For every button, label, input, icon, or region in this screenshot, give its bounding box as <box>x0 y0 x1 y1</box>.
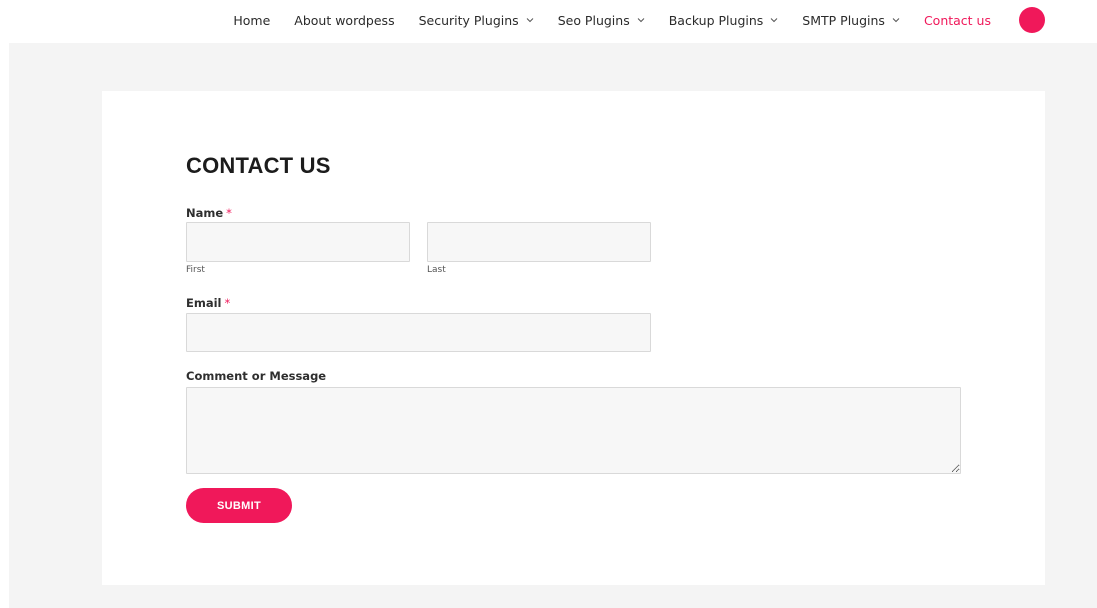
email-input[interactable] <box>186 313 651 352</box>
nav-item-label: About wordpess <box>294 12 395 28</box>
last-sublabel: Last <box>427 265 446 275</box>
nav-item-label: SMTP Plugins <box>802 12 885 28</box>
message-textarea[interactable] <box>186 387 961 474</box>
nav-item-label: Backup Plugins <box>668 12 764 28</box>
chevron-down-icon <box>892 18 900 23</box>
email-label: Email * <box>186 296 230 310</box>
required-marker: * <box>224 296 231 310</box>
submit-button[interactable]: SUBMIT <box>186 488 292 523</box>
name-label-text: Name <box>186 206 224 220</box>
message-label: Comment or Message <box>186 369 327 383</box>
email-label-text: Email <box>186 296 222 310</box>
main-nav: Home About wordpess Security Plugins Seo… <box>233 0 1045 40</box>
nav-item-seo-plugins[interactable]: Seo Plugins <box>558 13 645 28</box>
nav-item-label: Contact us <box>923 12 991 28</box>
nav-item-label: Home <box>233 12 271 28</box>
nav-item-smtp-plugins[interactable]: SMTP Plugins <box>802 13 900 28</box>
name-label: Name * <box>186 206 232 220</box>
nav-item-about-wordpess[interactable]: About wordpess <box>294 13 394 28</box>
first-name-input[interactable] <box>186 222 410 262</box>
contact-form-card: CONTACT US Name * First Last Email * Comme… <box>102 91 1045 585</box>
circle-icon[interactable] <box>1019 7 1045 33</box>
nav-item-home[interactable]: Home <box>233 13 270 28</box>
site-header: Home About wordpess Security Plugins Seo… <box>0 0 1097 43</box>
chevron-down-icon <box>770 18 778 23</box>
nav-item-label: Security Plugins <box>418 12 519 28</box>
nav-item-security-plugins[interactable]: Security Plugins <box>419 13 534 28</box>
nav-item-contact-us[interactable]: Contact us <box>924 13 991 28</box>
chevron-down-icon <box>637 18 645 23</box>
required-marker: * <box>226 206 232 220</box>
first-sublabel: First <box>186 265 205 275</box>
nav-item-backup-plugins[interactable]: Backup Plugins <box>669 13 779 28</box>
last-name-input[interactable] <box>427 222 651 262</box>
chevron-down-icon <box>526 18 534 23</box>
nav-item-label: Seo Plugins <box>557 12 630 28</box>
page-title: CONTACT US <box>186 153 331 178</box>
